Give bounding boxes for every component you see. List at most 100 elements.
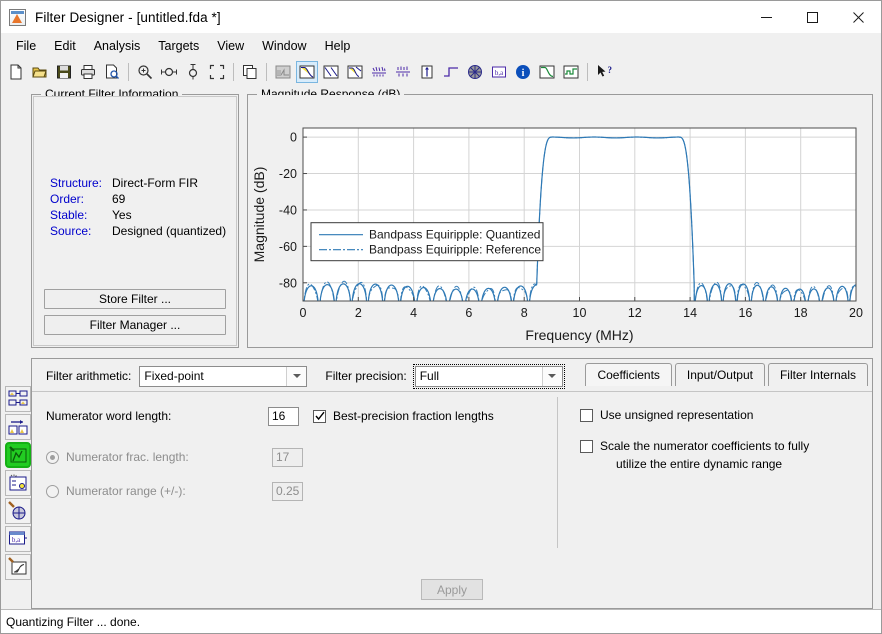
maximize-icon[interactable]	[789, 1, 835, 33]
filter-coefficients-icon[interactable]: b,a	[488, 61, 510, 83]
pole-zero-plot-icon[interactable]	[464, 61, 486, 83]
phase-delay-icon[interactable]	[392, 61, 414, 83]
sidebar-import-filter[interactable]	[5, 414, 31, 440]
status-bar: Quantizing Filter ... done.	[1, 609, 881, 633]
sidebar-transform-filter[interactable]	[5, 470, 31, 496]
zoom-in-icon[interactable]	[134, 61, 156, 83]
tab-filter-internals[interactable]: Filter Internals	[767, 363, 868, 386]
content-area: Current Filter Information Structure: Di…	[31, 86, 881, 609]
menu-targets[interactable]: Targets	[149, 36, 208, 56]
svg-text:b,a: b,a	[495, 69, 504, 77]
menu-analysis[interactable]: Analysis	[85, 36, 150, 56]
quantization-panel: Filter arithmetic: Fixed-point Filter pr…	[31, 358, 873, 609]
numerator-word-length-label: Numerator word length:	[46, 409, 172, 423]
filter-precision-select[interactable]: Full	[412, 363, 565, 389]
numerator-range-input: 0.25	[272, 481, 303, 501]
phase-response-icon[interactable]	[320, 61, 342, 83]
step-response-icon[interactable]	[440, 61, 462, 83]
print-icon[interactable]	[77, 61, 99, 83]
sidebar-set-quantization-parameters[interactable]: b,a	[5, 526, 31, 552]
tab-input-output[interactable]: Input/Output	[674, 363, 765, 386]
zoom-x-icon[interactable]	[158, 61, 180, 83]
sidebar-realize-model[interactable]	[5, 554, 31, 580]
copy-icon[interactable]	[239, 61, 261, 83]
print-preview-icon[interactable]	[101, 61, 123, 83]
numerator-frac-length-radio[interactable]	[46, 450, 59, 464]
current-filter-information-panel: Current Filter Information Structure: Di…	[31, 87, 239, 348]
zoom-y-icon[interactable]	[182, 61, 204, 83]
apply-button[interactable]: Apply	[421, 579, 483, 600]
menu-edit[interactable]: Edit	[45, 36, 85, 56]
open-file-icon[interactable]	[29, 61, 51, 83]
best-precision-checkbox-row[interactable]: Best-precision fraction lengths	[313, 409, 494, 423]
toolbar-separator	[128, 63, 129, 81]
best-precision-label: Best-precision fraction lengths	[333, 409, 494, 423]
chevron-down-icon	[541, 366, 562, 386]
svg-text:10: 10	[573, 306, 587, 320]
sidebar-design-filter[interactable]	[5, 386, 31, 412]
quantization-vertical-divider	[557, 397, 558, 548]
sidebar-quantization-parameters[interactable]	[5, 442, 31, 468]
filter-info-key-stable: Stable:	[50, 208, 88, 222]
svg-text:20: 20	[849, 306, 863, 320]
tab-coefficients[interactable]: Coefficients	[585, 363, 672, 386]
close-icon[interactable]	[835, 1, 881, 33]
magnitude-response-plot[interactable]: 0 2 4 6 8 10 12 14 16 18 20 0 -20 -40 -60 -80 Frequency …	[248, 95, 872, 347]
magnitude-response-estimate-icon[interactable]	[536, 61, 558, 83]
numerator-range-label: Numerator range (+/-):	[66, 484, 186, 498]
use-unsigned-row[interactable]: Use unsigned representation	[580, 405, 860, 425]
round-off-noise-power-icon[interactable]	[560, 61, 582, 83]
numerator-range-row: Numerator range (+/-): 0.25	[46, 480, 546, 502]
window-title: Filter Designer - [untitled.fda *]	[35, 9, 221, 25]
filter-info-key-source: Source:	[50, 224, 92, 238]
filter-information-icon[interactable]: i	[512, 61, 534, 83]
filter-manager-button[interactable]: Filter Manager ...	[44, 315, 226, 335]
store-filter-button[interactable]: Store Filter ...	[44, 289, 226, 309]
filter-arithmetic-label: Filter arithmetic:	[46, 369, 132, 383]
filter-info-value-order: 69	[112, 192, 126, 206]
filter-info-value-source: Designed (quantized)	[112, 224, 227, 238]
title-bar: Filter Designer - [untitled.fda *]	[1, 1, 881, 33]
scale-numerator-checkbox[interactable]	[580, 440, 593, 453]
filter-specifications-icon[interactable]	[272, 61, 294, 83]
svg-text:b,a: b,a	[12, 536, 21, 544]
use-unsigned-label: Use unsigned representation	[600, 408, 754, 422]
svg-text:4: 4	[410, 306, 417, 320]
scale-numerator-row[interactable]: Scale the numerator coefficients to full…	[580, 439, 860, 471]
group-delay-icon[interactable]	[368, 61, 390, 83]
magnitude-plot-svg: 0 2 4 6 8 10 12 14 16 18 20 0 -20 -40 -60 -80 Frequency …	[251, 127, 863, 343]
sidebar-pole-zero-editor[interactable]	[5, 498, 31, 524]
toolbar: b,a i ?	[1, 58, 881, 86]
best-precision-checkbox[interactable]	[313, 409, 326, 423]
menu-file[interactable]: File	[7, 36, 45, 56]
left-sidebar: b,a	[1, 86, 31, 609]
use-unsigned-checkbox[interactable]	[580, 408, 593, 422]
apply-button-wrap: Apply	[32, 579, 872, 600]
filter-precision-label: Filter precision:	[325, 369, 407, 383]
numerator-word-length-input[interactable]: 16	[268, 406, 299, 426]
window-controls	[743, 1, 881, 33]
minimize-icon[interactable]	[743, 1, 789, 33]
svg-text:18: 18	[794, 306, 808, 320]
new-file-icon[interactable]	[5, 61, 27, 83]
save-file-icon[interactable]	[53, 61, 75, 83]
filter-designer-window: Filter Designer - [untitled.fda *] File …	[0, 0, 882, 634]
menu-bar: File Edit Analysis Targets View Window H…	[1, 33, 881, 58]
filter-info-buttons: Store Filter ... Filter Manager ...	[44, 289, 226, 335]
impulse-response-icon[interactable]	[416, 61, 438, 83]
magnitude-response-icon[interactable]	[296, 61, 318, 83]
restore-view-icon[interactable]	[206, 61, 228, 83]
context-help-icon[interactable]: ?	[593, 61, 615, 83]
filter-precision-value: Full	[419, 369, 440, 383]
menu-view[interactable]: View	[208, 36, 253, 56]
svg-text:?: ?	[608, 65, 613, 75]
filter-arithmetic-select[interactable]: Fixed-point	[139, 365, 308, 387]
numerator-frac-length-label: Numerator frac. length:	[66, 450, 189, 464]
menu-window[interactable]: Window	[253, 36, 315, 56]
filter-info-rows: Structure: Direct-Form FIR Order: 69 Sta…	[50, 176, 226, 238]
top-row: Current Filter Information Structure: Di…	[31, 86, 873, 348]
numerator-range-radio[interactable]	[46, 484, 59, 498]
magnitude-and-phase-icon[interactable]	[344, 61, 366, 83]
menu-help[interactable]: Help	[316, 36, 360, 56]
quantization-tabs: Coefficients Input/Output Filter Interna…	[585, 363, 868, 386]
